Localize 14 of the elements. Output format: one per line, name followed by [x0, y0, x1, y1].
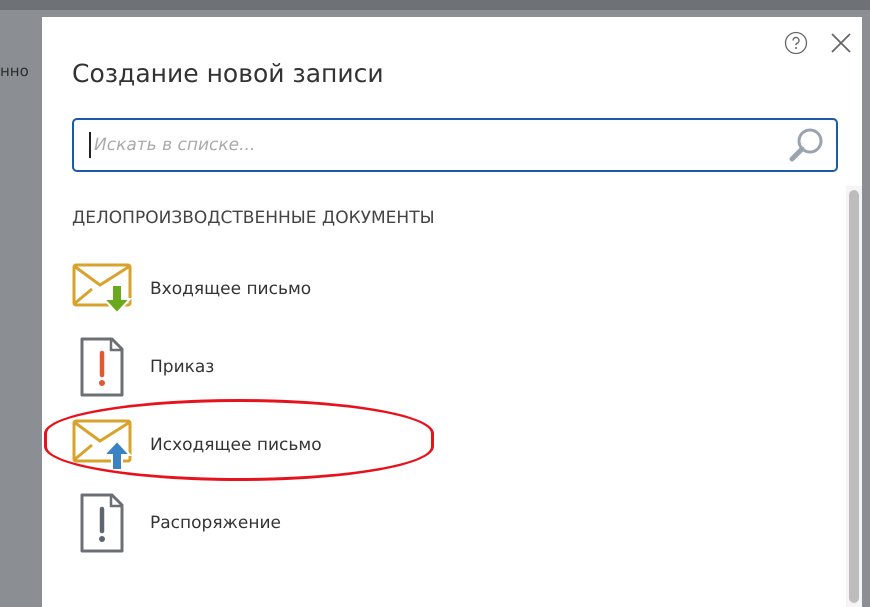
document-exclamation-icon	[80, 337, 124, 397]
dialog-title: Создание новой записи	[72, 59, 384, 88]
list-item[interactable]: Исходящее письмо	[72, 414, 846, 476]
help-icon[interactable]	[784, 31, 808, 55]
list-item[interactable]: Приказ	[72, 336, 846, 398]
search-field[interactable]: Искать в списке...	[72, 118, 838, 172]
scrollbar-thumb[interactable]	[849, 190, 859, 603]
close-icon[interactable]	[830, 32, 852, 54]
list-item[interactable]: Распоряжение	[72, 492, 846, 554]
background-text: нно	[0, 62, 30, 80]
envelope-up-arrow-icon	[72, 419, 134, 471]
document-exclamation-icon	[80, 493, 124, 553]
section-heading: ДЕЛОПРОИЗВОДСТВЕННЫЕ ДОКУМЕНТЫ	[72, 208, 436, 228]
list-item[interactable]: Входящее письмо	[72, 258, 846, 320]
